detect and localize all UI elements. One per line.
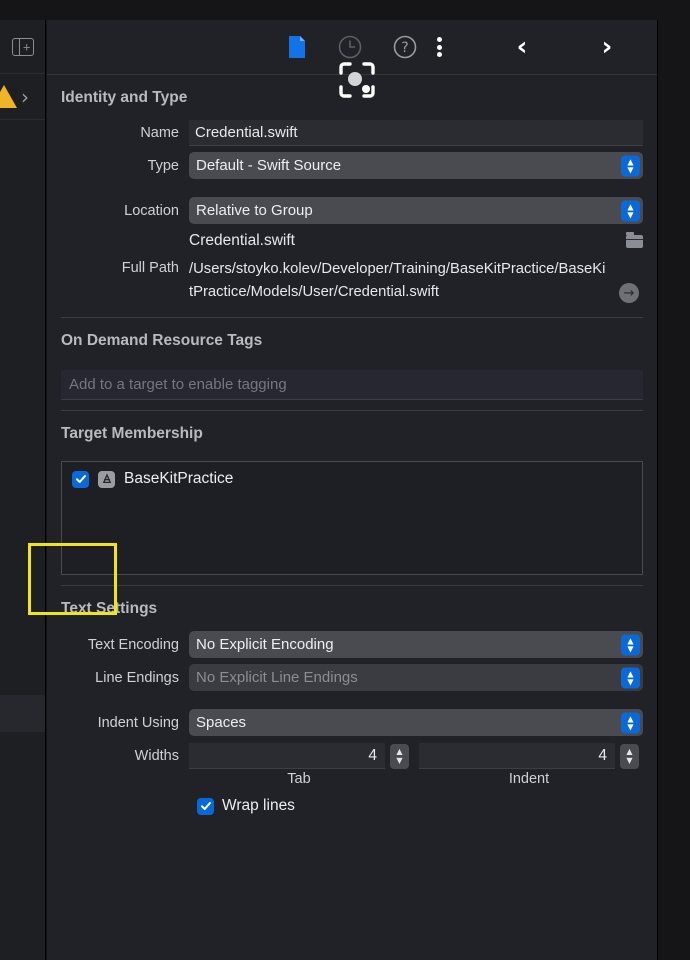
inspector-toolbar: ? ‹ › <box>47 20 657 98</box>
issue-navigator-row[interactable]: › <box>0 74 45 120</box>
wrap-lines-checkbox[interactable] <box>197 797 214 815</box>
full-path-value-group: /Users/stoyko.kolev/Developer/Training/B… <box>189 258 643 304</box>
line-endings-select[interactable]: No Explicit Line Endings ▲ ▼ <box>189 664 643 691</box>
full-path-value: /Users/stoyko.kolev/Developer/Training/B… <box>189 261 606 300</box>
target-name-label: BaseKitPractice <box>124 470 234 487</box>
navigate-forward-button[interactable]: › <box>592 32 622 62</box>
sidebar-selected-row[interactable] <box>0 695 45 732</box>
row-type: Type Default - Swift Source ▲ ▼ <box>47 149 657 182</box>
inspector-content: Identity and Type Name Credential.swift … <box>47 75 657 815</box>
type-select-stepper-icon[interactable]: ▲ ▼ <box>621 155 640 176</box>
target-membership-list: BaseKitPractice <box>61 461 643 575</box>
label-tab-sub: Tab <box>287 771 311 787</box>
app-target-icon <box>98 470 115 488</box>
row-line-endings: Line Endings No Explicit Line Endings ▲ ▼ <box>47 661 657 694</box>
indent-width-stepper[interactable]: ▲ ▼ <box>620 743 639 769</box>
label-line-endings: Line Endings <box>95 669 179 686</box>
panel-add-icon[interactable] <box>11 37 34 56</box>
label-indent-sub: Indent <box>508 771 550 787</box>
name-input[interactable]: Credential.swift <box>189 120 643 146</box>
section-title-identity-and-type: Identity and Type <box>61 89 188 106</box>
target-membership-checkbox[interactable] <box>72 470 89 488</box>
label-indent-using: Indent Using <box>97 714 179 731</box>
label-widths: Widths <box>134 748 179 764</box>
clock-history-icon[interactable] <box>337 34 363 60</box>
chevron-left-icon: ‹ <box>516 32 528 62</box>
line-endings-stepper-icon[interactable]: ▲ ▼ <box>621 667 640 688</box>
target-membership-row[interactable]: BaseKitPractice <box>72 470 632 488</box>
indent-using-select[interactable]: Spaces ▲ ▼ <box>189 709 643 736</box>
left-activity-strip: › <box>0 20 46 960</box>
location-file-value-group: Credential.swift <box>189 231 643 250</box>
file-inspector-panel: ? ‹ › Identity and Type Name Credential.… <box>47 20 658 960</box>
reveal-in-finder-icon[interactable]: → <box>619 283 639 303</box>
tab-width-stepper[interactable]: ▲ ▼ <box>390 743 409 769</box>
folder-icon[interactable] <box>626 231 643 248</box>
text-encoding-select[interactable]: No Explicit Encoding ▲ ▼ <box>189 631 643 658</box>
row-name: Name Credential.swift <box>47 117 657 149</box>
indent-using-stepper-icon[interactable]: ▲ ▼ <box>621 712 640 733</box>
section-title-text-settings: Text Settings <box>61 600 158 617</box>
row-location-file: Credential.swift <box>47 227 657 255</box>
row-wrap-lines[interactable]: Wrap lines <box>47 787 657 815</box>
row-widths: Widths 4 ▲ ▼ 4 ▲ ▼ <box>47 739 657 769</box>
odr-tags-input[interactable]: Add to a target to enable tagging <box>61 370 643 400</box>
navigate-back-button[interactable]: ‹ <box>507 32 537 62</box>
label-type: Type <box>147 157 179 174</box>
document-icon[interactable] <box>287 35 307 59</box>
indent-width-input[interactable]: 4 <box>419 743 615 769</box>
text-encoding-value: No Explicit Encoding <box>196 636 334 653</box>
label-name: Name <box>140 125 179 141</box>
row-full-path: Full Path /Users/stoyko.kolev/Developer/… <box>47 255 657 307</box>
indent-using-value: Spaces <box>196 714 247 731</box>
label-full-path: Full Path <box>121 260 179 276</box>
location-select-stepper-icon[interactable]: ▲ ▼ <box>621 200 640 221</box>
label-text-encoding: Text Encoding <box>87 636 179 653</box>
help-question-icon[interactable]: ? <box>392 34 418 60</box>
row-location: Location Relative to Group ▲ ▼ <box>47 194 657 227</box>
type-select-value: Default - Swift Source <box>196 157 342 174</box>
row-indent-using: Indent Using Spaces ▲ ▼ <box>47 706 657 739</box>
chevron-right-icon: › <box>601 32 613 62</box>
type-select[interactable]: Default - Swift Source ▲ ▼ <box>189 152 643 179</box>
line-endings-value: No Explicit Line Endings <box>196 669 358 686</box>
warning-triangle-icon <box>0 85 17 108</box>
label-location: Location <box>124 202 179 219</box>
svg-text:?: ? <box>401 40 408 56</box>
location-file-name: Credential.swift <box>189 232 295 249</box>
section-title-on-demand-resource-tags: On Demand Resource Tags <box>61 332 263 349</box>
chevron-right-icon[interactable]: › <box>21 85 29 109</box>
row-text-encoding: Text Encoding No Explicit Encoding ▲ ▼ <box>47 628 657 661</box>
tab-width-input[interactable]: 4 <box>189 743 385 769</box>
location-select[interactable]: Relative to Group ▲ ▼ <box>189 197 643 224</box>
location-select-value: Relative to Group <box>196 202 313 219</box>
widths-sub-labels: Tab Indent <box>47 769 657 787</box>
kebab-menu-icon[interactable] <box>429 34 449 60</box>
section-title-target-membership: Target Membership <box>61 425 203 442</box>
text-encoding-stepper-icon[interactable]: ▲ ▼ <box>621 634 640 655</box>
xcode-file-inspector-screen: › ? <box>0 0 690 960</box>
sidebar-toggle-button[interactable] <box>0 20 45 74</box>
wrap-lines-label: Wrap lines <box>222 797 295 814</box>
